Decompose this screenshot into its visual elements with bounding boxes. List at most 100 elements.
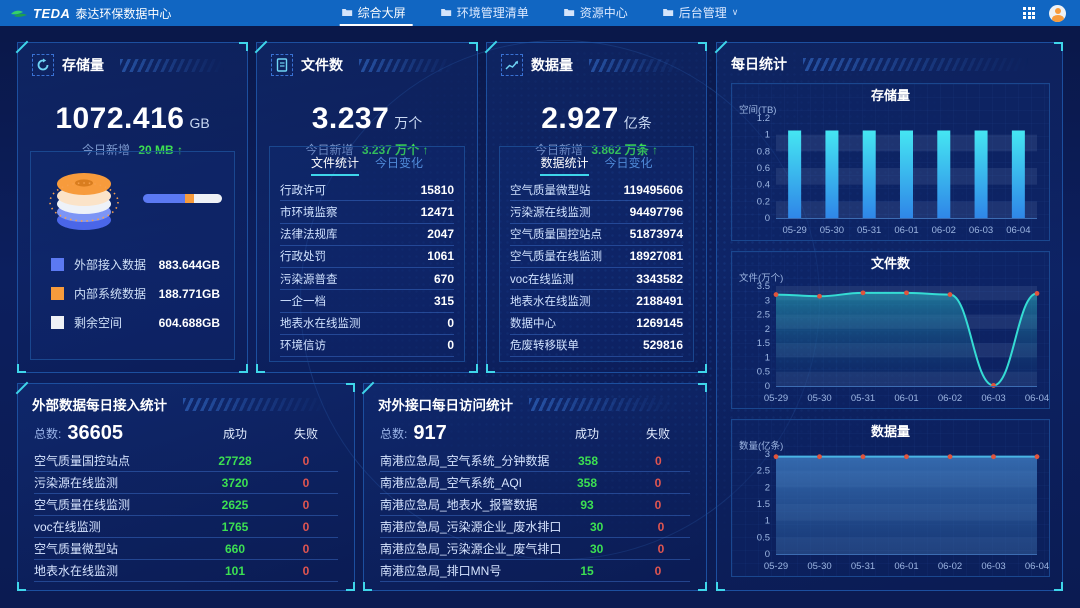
storage-legend: 外部接入数据 883.644GB 内部系统数据 188.771GB 剩余空间 6… (51, 250, 220, 337)
table-row: 南港应急局_空气系统_分钟数据 358 0 (380, 450, 690, 472)
svg-text:1.5: 1.5 (757, 338, 770, 349)
trend-chart-icon (501, 54, 523, 76)
table-row: 南港应急局_地表水_报警数据 93 0 (380, 494, 690, 516)
table-row: 市环境监察 12471 (280, 201, 454, 223)
table-row: 南港应急局_空气系统_AQI 358 0 (380, 472, 690, 494)
nav-tab-label: 综合大屏 (358, 4, 406, 21)
title-hatch-decoration (120, 59, 233, 72)
data-card-header: 数据量 (487, 43, 706, 76)
tab-file-stats[interactable]: 文件统计 (311, 154, 359, 176)
svg-text:05-31: 05-31 (857, 225, 881, 236)
row-label: 危废转移联单 (510, 337, 643, 353)
row-label: 地表水在线监测 (280, 315, 447, 331)
svg-text:06-02: 06-02 (938, 561, 962, 572)
nav-tab[interactable]: 资源中心 (562, 0, 635, 26)
svg-text:0.8: 0.8 (757, 146, 770, 157)
success-count: 30 (561, 520, 632, 534)
data-stats-rows: 空气质量微型站 119495606 污染源在线监测 94497796 空气质量国… (510, 179, 683, 357)
table-row: 空气质量微型站 119495606 (510, 179, 683, 201)
storage-card-header: 存储量 (18, 43, 247, 76)
legend-value: 604.688GB (159, 316, 220, 330)
tab-data-stats[interactable]: 数据统计 (540, 154, 588, 176)
table-row: 南港应急局_污染源企业_废气排口 30 0 (380, 538, 690, 560)
system-title: 泰达环保数据中心 (75, 5, 171, 22)
data-total: 2.927亿条 (487, 102, 706, 136)
svg-text:数量(亿条): 数量(亿条) (739, 440, 783, 452)
row-label: voc在线监测 (510, 271, 636, 287)
nav-tab[interactable]: 环境管理清单 (439, 0, 536, 26)
files-value: 3.237 (312, 102, 390, 135)
svg-text:0.5: 0.5 (757, 367, 770, 378)
data-tabs: 数据统计 今日变化 (500, 154, 693, 176)
success-count: 1765 (196, 520, 274, 534)
row-value: 119495606 (624, 183, 683, 197)
table-row: 行政处罚 1061 (280, 246, 454, 268)
table-row: 空气质量微型站 660 0 (34, 538, 338, 560)
legend-value: 188.771GB (159, 287, 220, 301)
svg-text:06-04: 06-04 (1006, 225, 1030, 236)
table-row: 环境信访 0 (280, 335, 454, 357)
legend-item-external: 外部接入数据 883.644GB (51, 250, 220, 279)
svg-text:05-30: 05-30 (807, 561, 831, 572)
table-row: 行政许可 15810 (280, 179, 454, 201)
svg-text:05-31: 05-31 (851, 393, 875, 404)
row-value: 1269145 (636, 316, 683, 330)
success-count: 30 (561, 542, 632, 556)
row-label: 行政处罚 (280, 248, 427, 264)
row-label: 市环境监察 (280, 204, 421, 220)
svg-text:05-31: 05-31 (851, 561, 875, 572)
files-tabs: 文件统计 今日变化 (270, 154, 464, 176)
svg-text:06-02: 06-02 (932, 225, 956, 236)
tab-today-change[interactable]: 今日变化 (375, 154, 423, 176)
external-card-header: 外部数据每日接入统计 (18, 384, 354, 414)
row-value: 15810 (421, 183, 454, 197)
document-icon (271, 54, 293, 76)
dashboard-screen: TEDA 泰达环保数据中心 综合大屏 环境管理清单 (0, 0, 1080, 608)
usage-bar-internal-segment (185, 194, 194, 203)
legend-swatch (51, 287, 64, 300)
apps-grid-icon[interactable] (1023, 7, 1035, 19)
fail-count: 0 (274, 520, 338, 534)
title-hatch-decoration (529, 398, 692, 411)
row-label: 法律法规库 (280, 226, 427, 242)
svg-text:06-04: 06-04 (1025, 561, 1049, 572)
row-value: 1061 (427, 249, 454, 263)
svg-text:06-01: 06-01 (894, 393, 918, 404)
row-label: 南港应急局_地表水_报警数据 (380, 496, 548, 513)
legend-value: 883.644GB (159, 258, 220, 272)
row-label: 南港应急局_污染源企业_废气排口 (380, 540, 561, 557)
fail-column-header: 失败 (274, 425, 338, 442)
table-row: 污染源在线监测 3720 0 (34, 472, 338, 494)
user-avatar[interactable] (1049, 5, 1066, 22)
fail-count: 0 (274, 454, 338, 468)
interface-visits-card: 对外接口每日访问统计 总数: 917 成功 失败 南港应急局_空气系统_分钟数据… (363, 383, 707, 591)
svg-text:0.4: 0.4 (757, 180, 770, 191)
external-data-card: 外部数据每日接入统计 总数: 36605 成功 失败 空气质量国控站点 2772… (17, 383, 355, 591)
files-card-title: 文件数 (301, 55, 343, 75)
title-hatch-decoration (803, 58, 1048, 71)
svg-text:文件数: 文件数 (871, 256, 911, 271)
fail-count: 0 (274, 542, 338, 556)
legend-label: 内部系统数据 (74, 285, 159, 302)
table-row: 一企一档 315 (280, 290, 454, 312)
chevron-down-icon: ∨ (732, 7, 739, 18)
svg-text:2.5: 2.5 (757, 466, 770, 477)
total-value: 917 (413, 422, 548, 445)
svg-text:0.2: 0.2 (757, 196, 770, 207)
data-card-title: 数据量 (531, 55, 573, 75)
row-label: 数据中心 (510, 315, 636, 331)
nav-tab[interactable]: 后台管理 ∨ (661, 0, 741, 26)
tab-today-change[interactable]: 今日变化 (605, 154, 653, 176)
usage-bar-free-segment (194, 194, 222, 203)
fail-count: 0 (626, 476, 690, 490)
table-row: 地表水在线监测 2188491 (510, 290, 683, 312)
svg-text:文件(万个): 文件(万个) (739, 272, 783, 284)
row-label: 空气质量国控站点 (510, 226, 630, 242)
row-value: 94497796 (630, 205, 683, 219)
row-label: 一企一档 (280, 293, 434, 309)
fail-count: 0 (626, 498, 690, 512)
success-column-header: 成功 (548, 425, 626, 442)
row-label: 污染源在线监测 (510, 204, 630, 220)
legend-swatch (51, 258, 64, 271)
nav-tab[interactable]: 综合大屏 (340, 0, 413, 26)
